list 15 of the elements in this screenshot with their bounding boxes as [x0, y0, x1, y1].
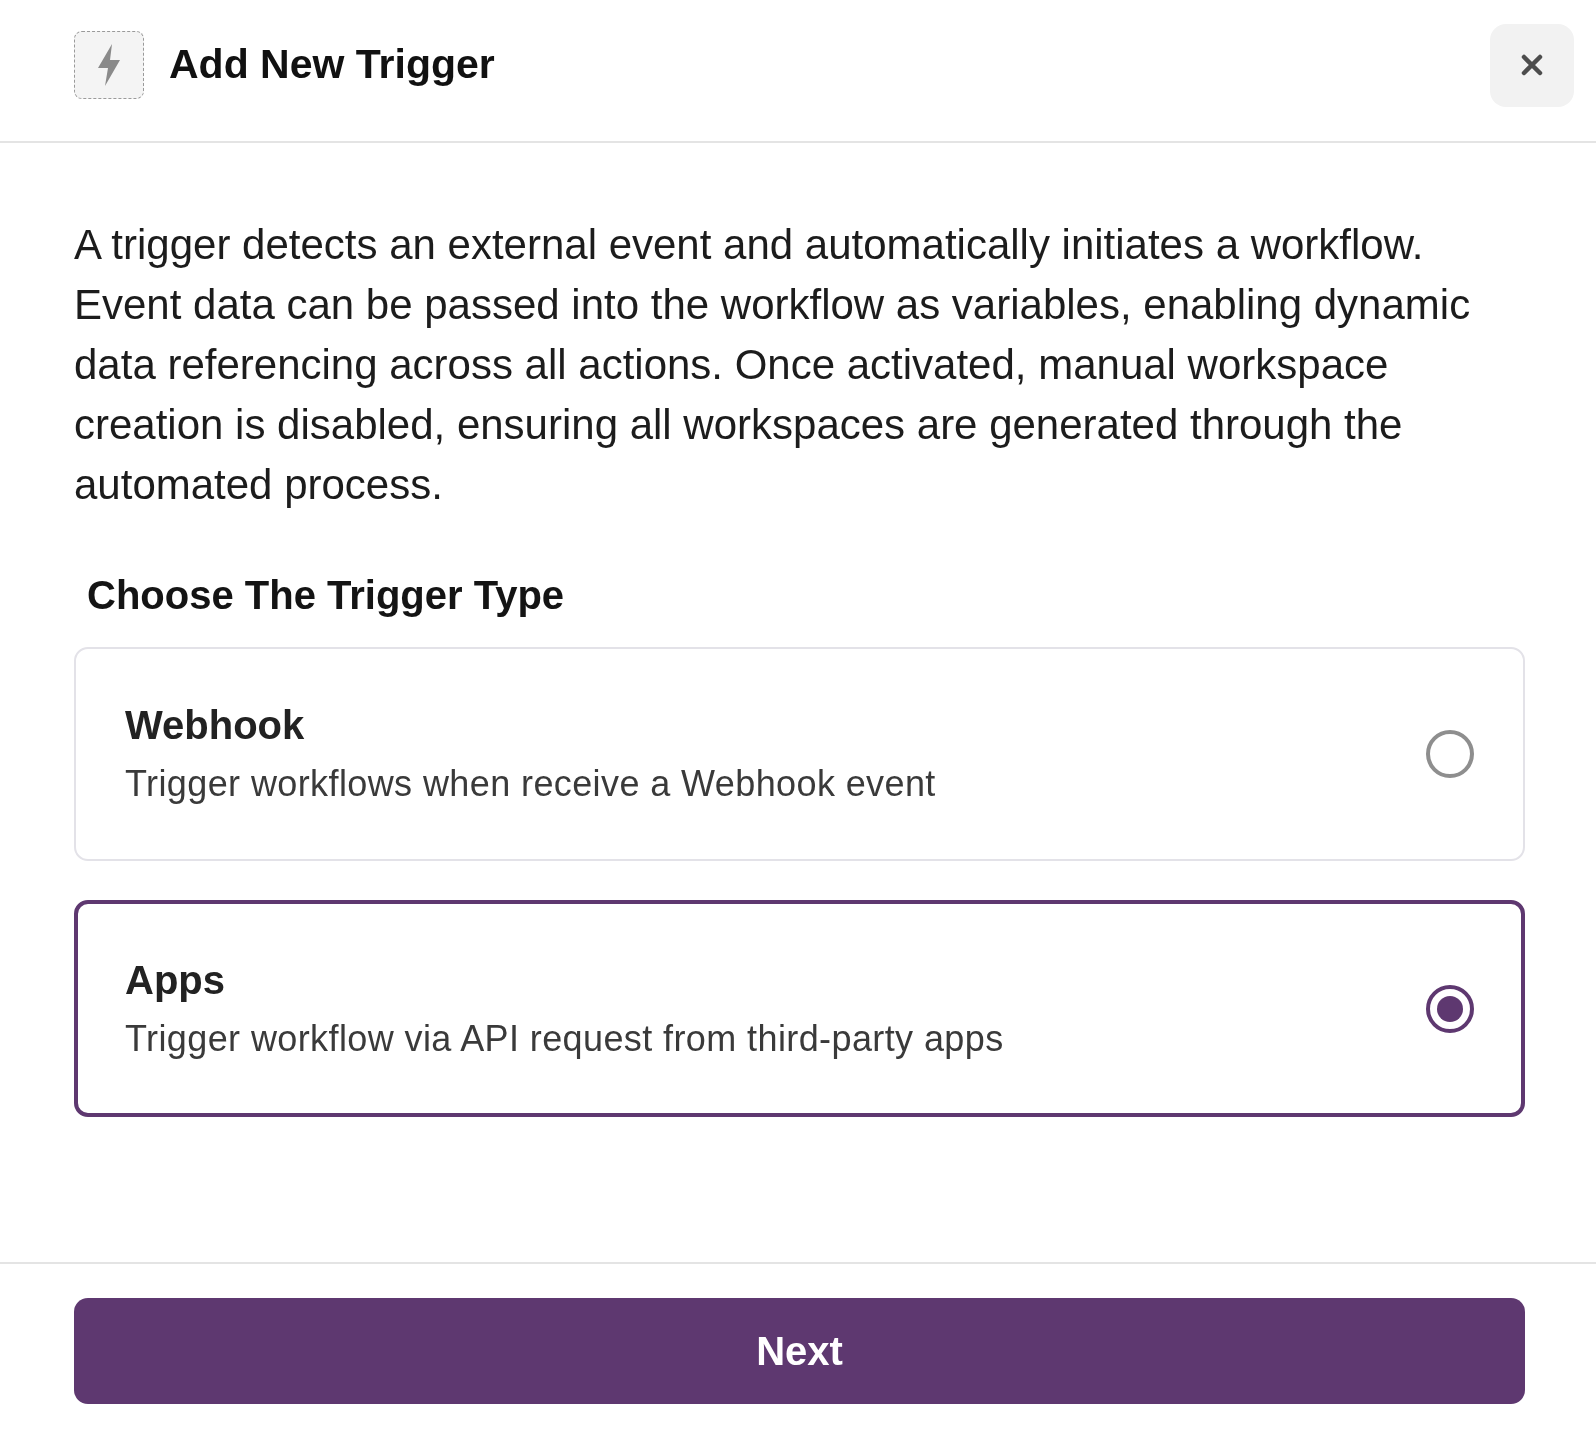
close-icon [1521, 54, 1543, 76]
radio-button[interactable] [1426, 730, 1474, 778]
next-button[interactable]: Next [74, 1298, 1525, 1404]
description-text: A trigger detects an external event and automatically initiates a workflow. Event data can be passed into the workflow as variables, enabling dynamic data referencing across all actions. Once activated, manual workspace creation is disabled, ensuring all workspaces are generated through the automated process. [74, 220, 1472, 510]
lightning-icon [74, 31, 144, 99]
option-description: Trigger workflows when receive a Webhook event [125, 762, 936, 806]
option-card[interactable]: Apps Trigger workflow via API request from third-party apps [74, 900, 1525, 1117]
option-title: Webhook [125, 702, 305, 749]
dialog-title: Add New Trigger [169, 40, 496, 90]
option-title: Apps [125, 956, 225, 1004]
radio-button[interactable] [1426, 984, 1474, 1033]
option-description: Trigger workflow via API request from third-party apps [125, 1016, 1004, 1061]
option-card[interactable]: Webhook Trigger workflows when receive a Webhook event [74, 647, 1525, 861]
close-button[interactable] [1490, 23, 1574, 107]
section-heading: Choose The Trigger Type [87, 572, 566, 619]
